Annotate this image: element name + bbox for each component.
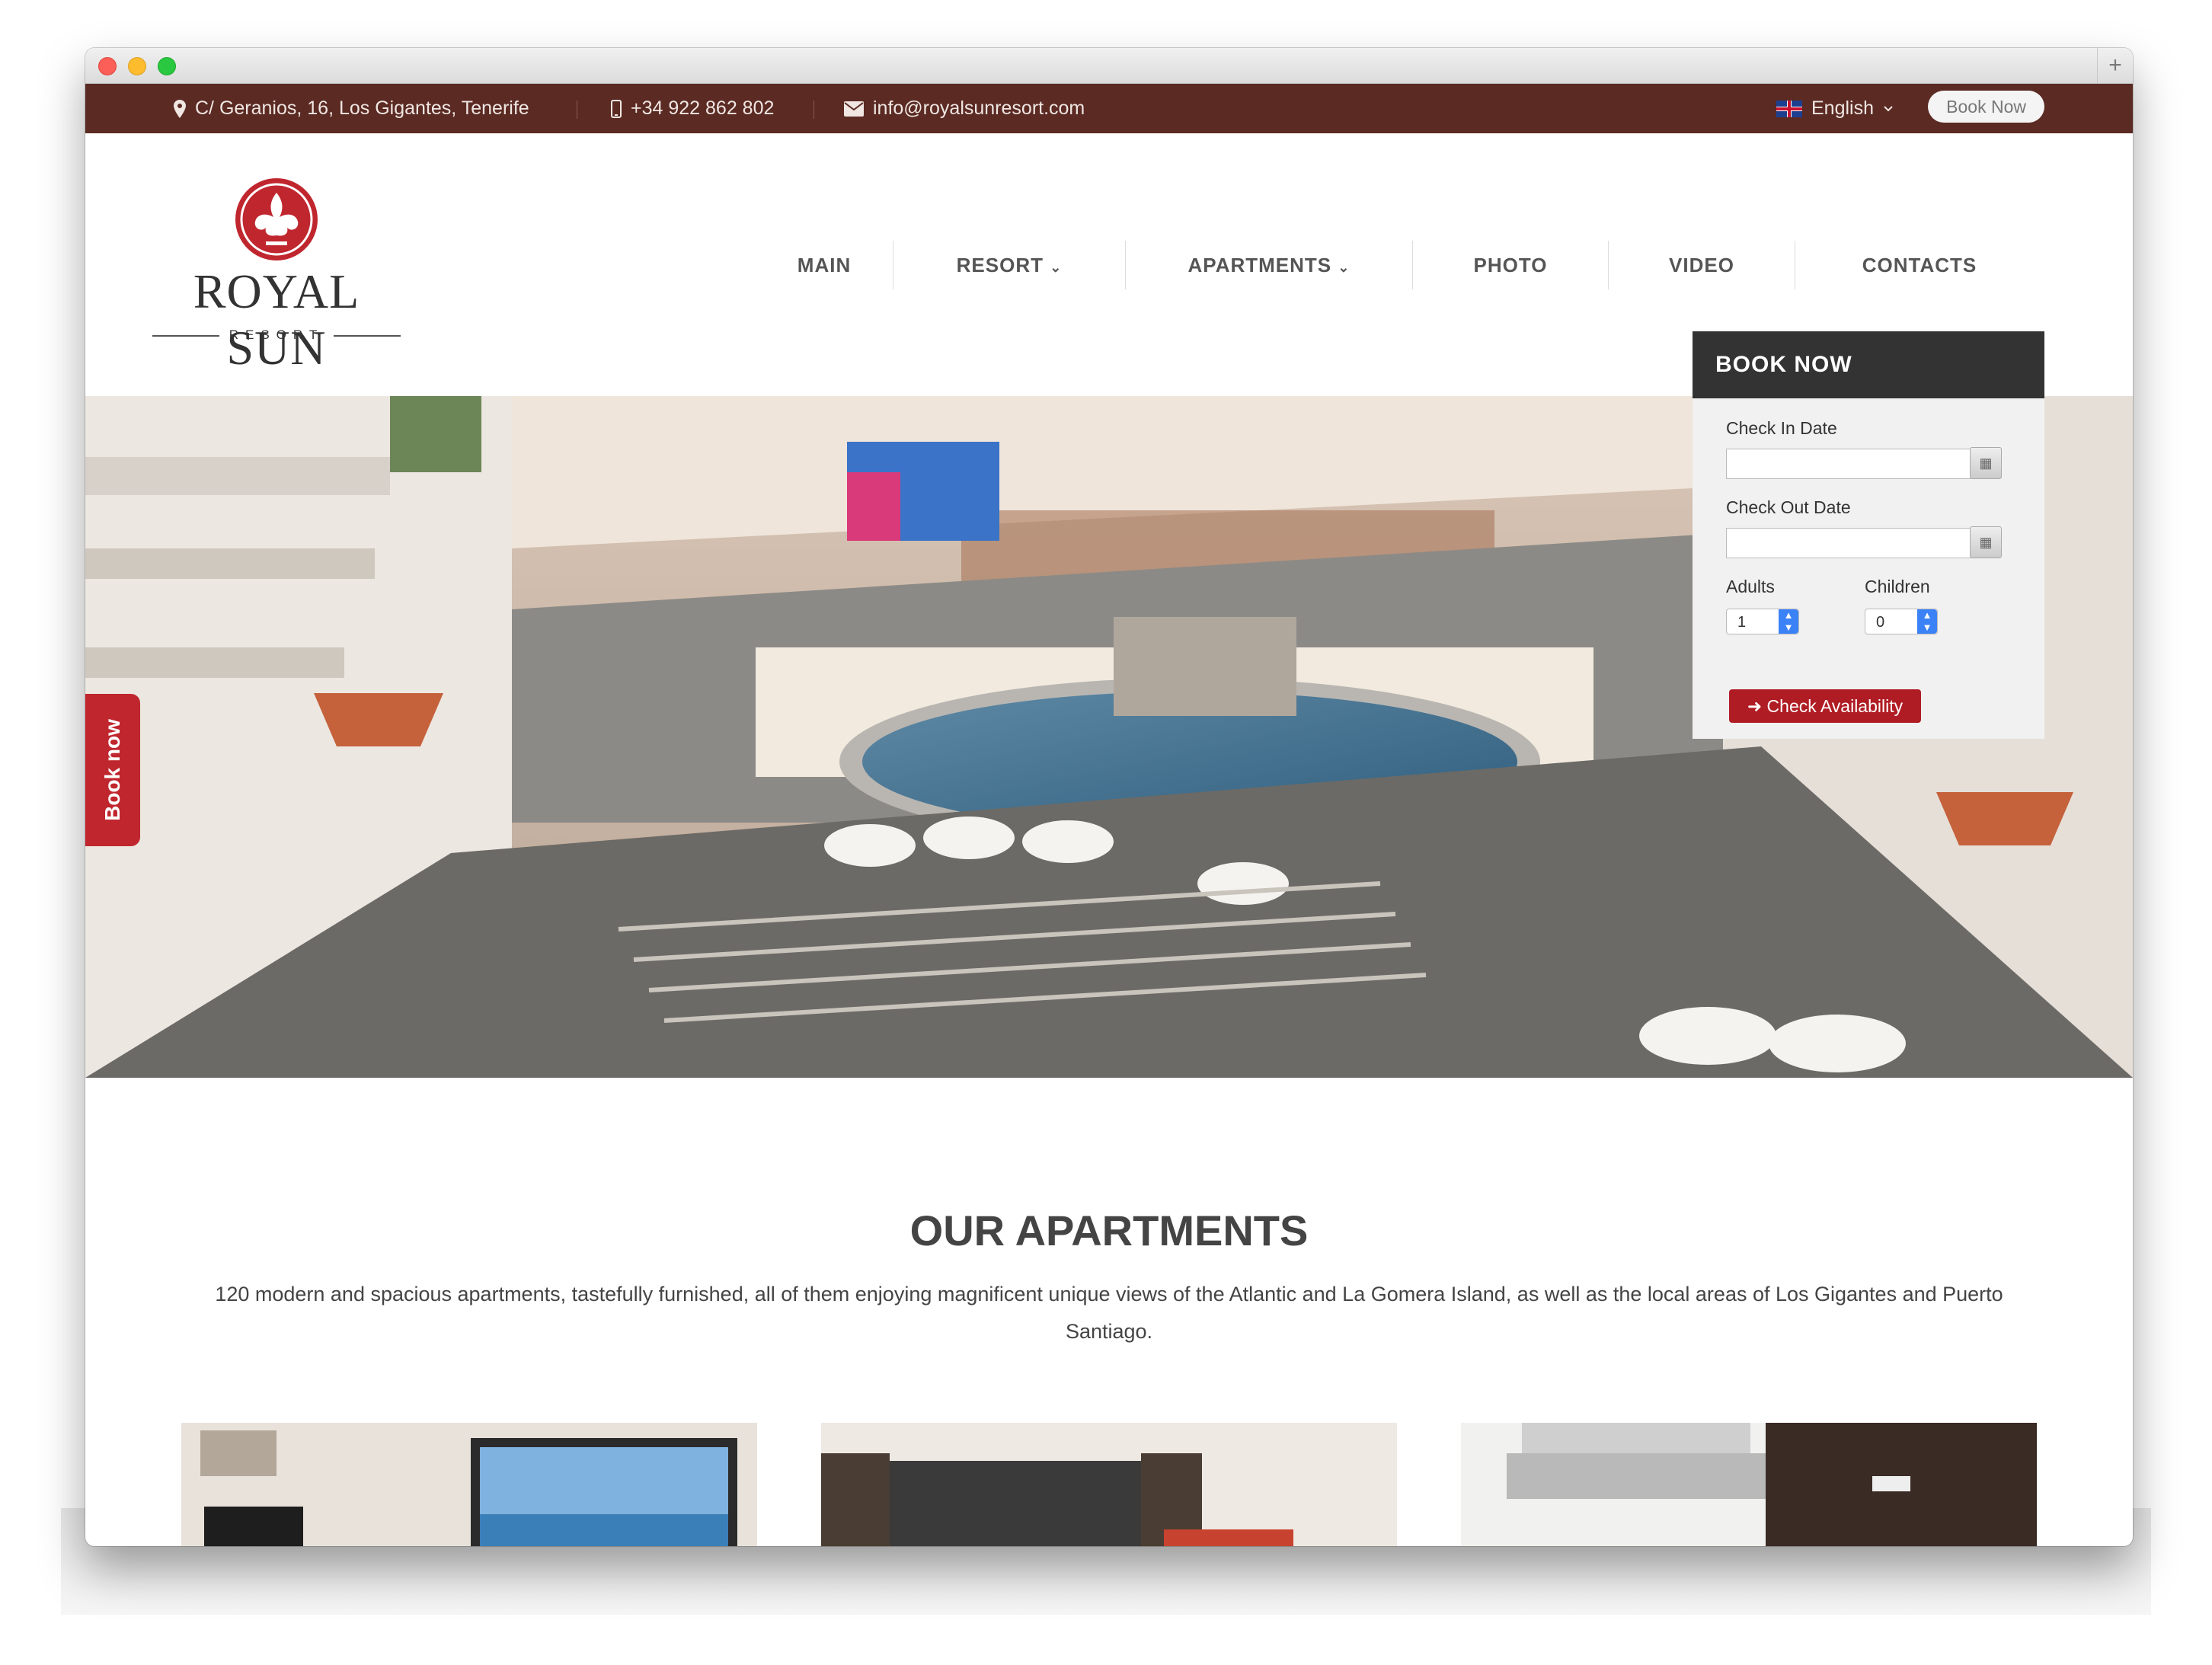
- children-value: 0: [1876, 614, 1885, 631]
- booking-widget: BOOK NOW Check In Date ▦ Check Out Date …: [1693, 331, 2044, 739]
- adults-select[interactable]: 1 ▲ ▼: [1726, 609, 1799, 634]
- apartment-living-room-image: [181, 1423, 757, 1546]
- check-out-date-input[interactable]: [1726, 528, 1971, 558]
- royal-sun-logo[interactable]: ROYAL SUN RESORT: [143, 176, 410, 375]
- chevron-down-icon: ⌄: [1050, 259, 1063, 275]
- address-item: C/ Geranios, 16, Los Gigantes, Tenerife: [174, 84, 529, 133]
- children-label: Children: [1865, 577, 1930, 596]
- side-book-now-label: Book now: [101, 719, 124, 821]
- calendar-icon[interactable]: ▦: [1970, 447, 2002, 479]
- apartments-description: 120 modern and spacious apartments, tast…: [215, 1283, 2003, 1343]
- top-book-now-button[interactable]: Book Now: [1928, 91, 2044, 123]
- adults-value: 1: [1737, 614, 1747, 631]
- nav-item-resort[interactable]: RESORT ⌄: [893, 242, 1125, 288]
- adults-label: Adults: [1726, 577, 1775, 596]
- envelope-icon: [844, 101, 864, 117]
- fleur-de-lis-emblem-icon: [235, 178, 318, 260]
- apartment-bedroom-image: [821, 1423, 1397, 1546]
- close-window-button[interactable]: [98, 57, 117, 75]
- logo-rule: [334, 335, 401, 337]
- nav-item-photo[interactable]: PHOTO: [1413, 242, 1608, 288]
- chevron-down-icon: ⌄: [1338, 259, 1351, 275]
- address-text: C/ Geranios, 16, Los Gigantes, Tenerife: [195, 97, 529, 119]
- apartments-heading: OUR APARTMENTS: [909, 1206, 1309, 1254]
- updown-arrows-icon: ▲ ▼: [1779, 609, 1798, 634]
- chevron-circle-right-icon: ➜: [1747, 696, 1763, 716]
- uk-flag-icon: [1776, 100, 1802, 117]
- email-item[interactable]: info@royalsunresort.com: [844, 84, 1085, 133]
- apartment-kitchen-image: [1461, 1423, 2037, 1546]
- nav-item-video[interactable]: VIDEO: [1609, 242, 1795, 288]
- browser-window: + C/ Geranios, 16, Los Gigantes, Tenerif…: [85, 48, 2133, 1546]
- chevron-down-icon: [1884, 105, 1893, 111]
- apartment-photo-bedroom[interactable]: [821, 1423, 1397, 1546]
- top-info-bar: C/ Geranios, 16, Los Gigantes, Tenerife …: [85, 84, 2133, 133]
- minimize-window-button[interactable]: [128, 57, 146, 75]
- nav-item-main[interactable]: MAIN: [756, 242, 893, 288]
- maximize-window-button[interactable]: [158, 57, 176, 75]
- language-label: English: [1811, 97, 1874, 119]
- check-out-label: Check Out Date: [1726, 497, 1851, 517]
- check-availability-button[interactable]: ➜ Check Availability: [1729, 689, 1921, 723]
- nav-item-apartments[interactable]: APARTMENTS ⌄: [1126, 242, 1412, 288]
- phone-item[interactable]: +34 922 862 802: [611, 84, 774, 133]
- language-selector[interactable]: English: [1776, 84, 1894, 133]
- logo-wordmark: ROYAL SUN: [193, 264, 360, 375]
- updown-arrows-icon: ▲ ▼: [1917, 609, 1937, 634]
- apartment-photo-living-room[interactable]: [181, 1423, 757, 1546]
- window-titlebar: +: [85, 48, 2133, 84]
- location-pin-icon: [174, 99, 186, 118]
- booking-widget-title: BOOK NOW: [1693, 331, 2044, 398]
- check-availability-label: Check Availability: [1766, 696, 1904, 716]
- booking-form: Check In Date ▦ Check Out Date ▦ Adults …: [1693, 398, 2044, 739]
- phone-text: +34 922 862 802: [631, 97, 775, 119]
- side-book-now-tab[interactable]: Book now: [85, 694, 140, 846]
- check-in-date-input[interactable]: [1726, 449, 1971, 479]
- calendar-icon[interactable]: ▦: [1970, 526, 2002, 558]
- children-select[interactable]: 0 ▲ ▼: [1865, 609, 1938, 634]
- new-tab-button[interactable]: +: [2097, 48, 2133, 83]
- check-in-label: Check In Date: [1726, 418, 1837, 438]
- apartment-photo-kitchen[interactable]: [1461, 1423, 2037, 1546]
- nav-item-contacts[interactable]: CONTACTS: [1795, 242, 2044, 288]
- mobile-phone-icon: [611, 99, 622, 118]
- email-text: info@royalsunresort.com: [873, 97, 1085, 119]
